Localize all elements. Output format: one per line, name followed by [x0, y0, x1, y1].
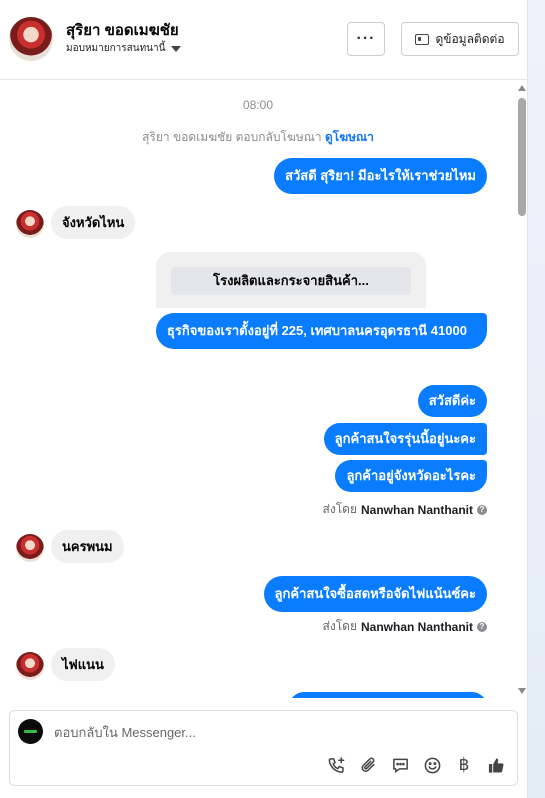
- conversation-panel: สุริยา ขอดเมฆชัย มอบหมายการสนทนานี้ ··· …: [0, 0, 528, 798]
- paperclip-icon[interactable]: [357, 754, 379, 776]
- view-contact-button[interactable]: ดูข้อมูลติดต่อ: [401, 22, 519, 56]
- message-outgoing: สวัสดี สุริยา! มีอะไรให้เราช่วยไหม: [274, 158, 487, 194]
- message-outgoing: ลูกค้าสนใจซื้อสดหรือจัดไฟแน้นซ์คะ: [263, 576, 487, 612]
- like-icon[interactable]: [485, 754, 507, 776]
- sent-by-name: Nanwhan Nanthanit: [360, 502, 473, 517]
- message-outgoing: สวัสดีค่ะ: [417, 385, 487, 417]
- saved-reply-icon[interactable]: [389, 754, 411, 776]
- sent-by-label: ส่งโดย: [322, 502, 357, 516]
- message-composer: ฿: [9, 710, 518, 786]
- assign-label: มอบหมายการสนทนานี้: [66, 43, 166, 54]
- page-avatar: [18, 719, 43, 744]
- emoji-icon[interactable]: [421, 754, 443, 776]
- view-ad-link[interactable]: ดูโฆษณา: [325, 130, 374, 144]
- scroll-down-arrow-icon[interactable]: [518, 688, 526, 694]
- contact-avatar-small[interactable]: [16, 534, 44, 562]
- more-options-button[interactable]: ···: [347, 22, 385, 56]
- message-outgoing: ลูกค้าสนใจรรุ่นนี้อยู่นะคะ: [323, 423, 487, 455]
- caret-down-icon: [171, 45, 182, 52]
- scroll-up-arrow-icon[interactable]: [518, 85, 526, 91]
- contact-avatar-small[interactable]: [16, 652, 44, 680]
- sent-by-name: Nanwhan Nanthanit: [360, 619, 473, 634]
- sent-by-label: ส่งโดย: [322, 619, 357, 633]
- template-button[interactable]: โรงผลิตและกระจายสินค้า...: [171, 267, 411, 295]
- sent-by-line: ส่งโดย Nanwhan Nanthanit ?: [323, 500, 487, 519]
- contact-name[interactable]: สุริยา ขอดเมฆชัย: [66, 18, 179, 42]
- thread-scrollbar[interactable]: [516, 80, 528, 700]
- timestamp: 08:00: [242, 98, 274, 112]
- composer-toolbar: ฿: [325, 754, 507, 776]
- message-thread[interactable]: 08:00 สุริยา ขอดเมฆชัย ตอบกลับโฆษณา ดูโฆ…: [0, 80, 516, 698]
- phone-plus-icon[interactable]: [325, 754, 347, 776]
- template-card: โรงผลิตและกระจายสินค้า...: [156, 252, 426, 308]
- message-outgoing: ลูกค้าอยู่จังหวัดอะไรคะ: [335, 460, 487, 492]
- sent-by-line: ส่งโดย Nanwhan Nanthanit ?: [323, 617, 487, 636]
- message-incoming: จังหวัดไหน: [51, 206, 136, 239]
- help-icon[interactable]: ?: [477, 504, 487, 515]
- conversation-header: สุริยา ขอดเมฆชัย มอบหมายการสนทนานี้ ··· …: [0, 0, 528, 80]
- reply-input[interactable]: [54, 723, 494, 741]
- system-note-text: สุริยา ขอดเมฆชัย ตอบกลับโฆษณา: [142, 130, 322, 144]
- background-strip: [528, 0, 545, 798]
- message-incoming: นครพนม: [51, 530, 124, 563]
- message-outgoing: ธุรกิจของเราตั้งอยู่ที่ 225, เทศบาลนครอุ…: [156, 313, 487, 349]
- message-incoming: ไฟแนน: [51, 648, 115, 681]
- scrollbar-thumb[interactable]: [518, 98, 526, 216]
- contact-avatar[interactable]: [9, 17, 53, 61]
- baht-icon[interactable]: ฿: [453, 754, 475, 776]
- system-note: สุริยา ขอดเมฆชัย ตอบกลับโฆษณา ดูโฆษณา: [0, 128, 516, 147]
- contact-card-icon: [415, 33, 430, 45]
- help-icon[interactable]: ?: [477, 621, 487, 632]
- view-contact-label: ดูข้อมูลติดต่อ: [435, 31, 505, 46]
- contact-avatar-small[interactable]: [16, 210, 44, 238]
- assign-conversation-dropdown[interactable]: มอบหมายการสนทนานี้: [66, 41, 182, 56]
- message-outgoing-partial: [289, 692, 487, 698]
